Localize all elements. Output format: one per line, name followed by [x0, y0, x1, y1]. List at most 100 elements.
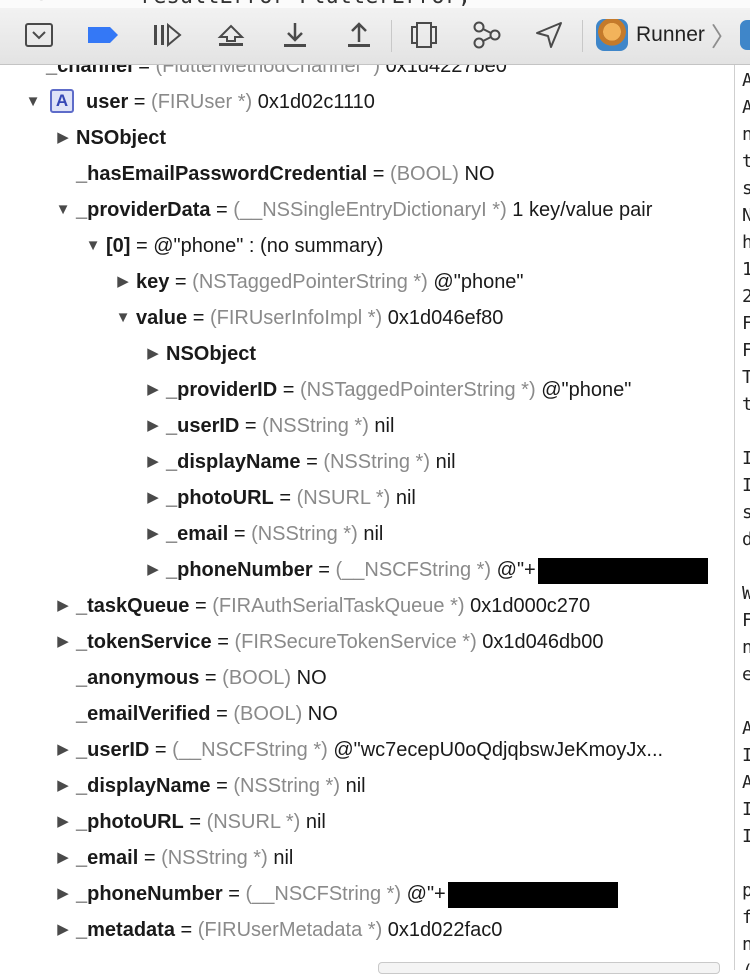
variable-row[interactable]: _channel = (FlutterMethodChannel *) 0x1d… — [0, 65, 734, 84]
step-out-icon[interactable] — [342, 18, 376, 52]
variable-row[interactable]: _displayName = (NSString *) nil — [0, 444, 734, 480]
variable-name: _metadata — [76, 919, 175, 941]
variable-row[interactable]: _emailVerified = (BOOL) NO — [0, 696, 734, 732]
variable-row[interactable]: _providerID = (NSTaggedPointerString *) … — [0, 372, 734, 408]
argument-badge-icon: A — [50, 89, 74, 113]
variable-row[interactable]: _taskQueue = (FIRAuthSerialTaskQueue *) … — [0, 588, 734, 624]
variable-type: (NSString *) — [323, 451, 431, 473]
variable-text: NSObject — [76, 120, 166, 156]
device-icon[interactable] — [740, 20, 750, 50]
variable-type: (BOOL) — [233, 703, 303, 725]
equals-sign: = — [210, 199, 234, 221]
disclosure-closed-icon[interactable] — [144, 552, 162, 588]
variable-row[interactable]: [0] = @"phone" : (no summary) — [0, 228, 734, 264]
variable-text: NSObject — [166, 336, 256, 372]
variable-name: _photoURL — [166, 487, 274, 509]
disclosure-closed-icon[interactable] — [54, 876, 72, 912]
debug-toolbar: Runner 〉 — [0, 8, 750, 65]
variable-row[interactable]: value = (FIRUserInfoImpl *) 0x1d046ef80 — [0, 300, 734, 336]
equals-sign: = — [239, 415, 263, 437]
hide-debug-area-icon[interactable] — [22, 18, 56, 52]
variable-row[interactable]: _hasEmailPasswordCredential = (BOOL) NO — [0, 156, 734, 192]
disclosure-closed-icon[interactable] — [144, 480, 162, 516]
disclosure-closed-icon[interactable] — [54, 840, 72, 876]
variable-name: user — [86, 91, 129, 113]
disclosure-open-icon[interactable] — [84, 228, 102, 264]
variable-text: _email = (NSString *) nil — [166, 516, 383, 552]
disclosure-closed-icon[interactable] — [144, 336, 162, 372]
variable-name: _userID — [166, 415, 240, 437]
variable-row[interactable]: key = (NSTaggedPointerString *) @"phone" — [0, 264, 734, 300]
variable-value: @"+ — [401, 883, 446, 905]
console-line: d — [742, 529, 750, 550]
variable-name: _providerData — [76, 199, 211, 221]
variable-value: @"wc7ecepU0oQdjqbswJeKmoyJx... — [327, 739, 664, 761]
disclosure-closed-icon[interactable] — [114, 264, 132, 300]
disclosure-closed-icon[interactable] — [54, 804, 72, 840]
equals-sign: = — [228, 523, 252, 545]
disclosure-closed-icon[interactable] — [54, 732, 72, 768]
variable-text: _photoURL = (NSURL *) nil — [76, 804, 326, 840]
disclosure-closed-icon[interactable] — [144, 444, 162, 480]
variable-type: (FIRSecureTokenService *) — [234, 631, 477, 653]
variable-name: _email — [76, 847, 139, 869]
variable-row[interactable]: Auser = (FIRUser *) 0x1d02c1110 — [0, 84, 734, 120]
variable-row[interactable]: NSObject — [0, 336, 734, 372]
variable-type: (FIRUserMetadata *) — [197, 919, 383, 941]
variable-row[interactable]: _photoURL = (NSURL *) nil — [0, 804, 734, 840]
disclosure-open-icon[interactable] — [24, 84, 42, 120]
horizontal-scrollbar[interactable] — [378, 962, 720, 974]
disclosure-closed-icon[interactable] — [54, 120, 72, 156]
variable-name: _emailVerified — [76, 703, 211, 725]
variable-type: (__NSCFString *) — [245, 883, 402, 905]
view-debugger-icon[interactable] — [407, 18, 441, 52]
continue-icon[interactable] — [150, 18, 184, 52]
disclosure-closed-icon[interactable] — [144, 372, 162, 408]
variable-row[interactable]: _anonymous = (BOOL) NO — [0, 660, 734, 696]
variable-row[interactable]: _displayName = (NSString *) nil — [0, 768, 734, 804]
disclosure-closed-icon[interactable] — [54, 588, 72, 624]
disclosure-closed-icon[interactable] — [144, 408, 162, 444]
variable-value: nil — [368, 415, 395, 437]
equals-sign: = — [169, 271, 193, 293]
scheme-selector[interactable]: Runner 〉 — [596, 16, 737, 54]
step-into-icon[interactable] — [278, 18, 312, 52]
variable-type: (BOOL) — [222, 667, 292, 689]
variable-row[interactable]: _userID = (NSString *) nil — [0, 408, 734, 444]
variable-type: (NSString *) — [251, 523, 358, 545]
variable-row[interactable]: _phoneNumber = (__NSCFString *) @"+ — [0, 552, 734, 588]
variable-type: (FIRUserInfoImpl *) — [209, 307, 383, 329]
variable-name: NSObject — [166, 343, 257, 365]
variable-row[interactable]: _userID = (__NSCFString *) @"wc7ecepU0oQ… — [0, 732, 734, 768]
disclosure-closed-icon[interactable] — [54, 912, 72, 948]
variable-text: _phoneNumber = (__NSCFString *) @"+ — [166, 552, 708, 588]
redacted-block — [447, 881, 618, 908]
variable-text: _providerID = (NSTaggedPointerString *) … — [166, 372, 631, 408]
disclosure-closed-icon[interactable] — [144, 516, 162, 552]
equals-sign: = — [189, 595, 213, 617]
variable-row[interactable]: _email = (NSString *) nil — [0, 840, 734, 876]
variable-value: nil — [430, 451, 456, 473]
variable-row[interactable]: NSObject — [0, 120, 734, 156]
variable-type: (FlutterMethodChannel *) — [155, 65, 381, 77]
variable-name: _providerID — [166, 379, 278, 401]
simulate-location-icon[interactable] — [532, 18, 566, 52]
step-over-icon[interactable] — [214, 18, 248, 52]
variable-name: _hasEmailPasswordCredential — [76, 163, 368, 185]
memory-graph-icon[interactable] — [470, 18, 504, 52]
disclosure-closed-icon[interactable] — [54, 768, 72, 804]
disclosure-open-icon[interactable] — [114, 300, 132, 336]
variable-row[interactable]: _tokenService = (FIRSecureTokenService *… — [0, 624, 734, 660]
breakpoints-toggle-icon[interactable] — [86, 18, 120, 52]
disclosure-open-icon[interactable] — [54, 192, 72, 228]
variable-row[interactable]: _providerData = (__NSSingleEntryDictiona… — [0, 192, 734, 228]
variable-name: _photoURL — [76, 811, 184, 833]
variable-text: [0] = @"phone" : (no summary) — [106, 228, 383, 264]
variable-value: NO — [291, 667, 327, 689]
variable-row[interactable]: _phoneNumber = (__NSCFString *) @"+ — [0, 876, 734, 912]
variable-row[interactable]: _email = (NSString *) nil — [0, 516, 734, 552]
variable-row[interactable]: _photoURL = (NSURL *) nil — [0, 480, 734, 516]
variable-type: (NSTaggedPointerString *) — [192, 271, 428, 293]
variable-row[interactable]: _metadata = (FIRUserMetadata *) 0x1d022f… — [0, 912, 734, 948]
disclosure-closed-icon[interactable] — [54, 624, 72, 660]
